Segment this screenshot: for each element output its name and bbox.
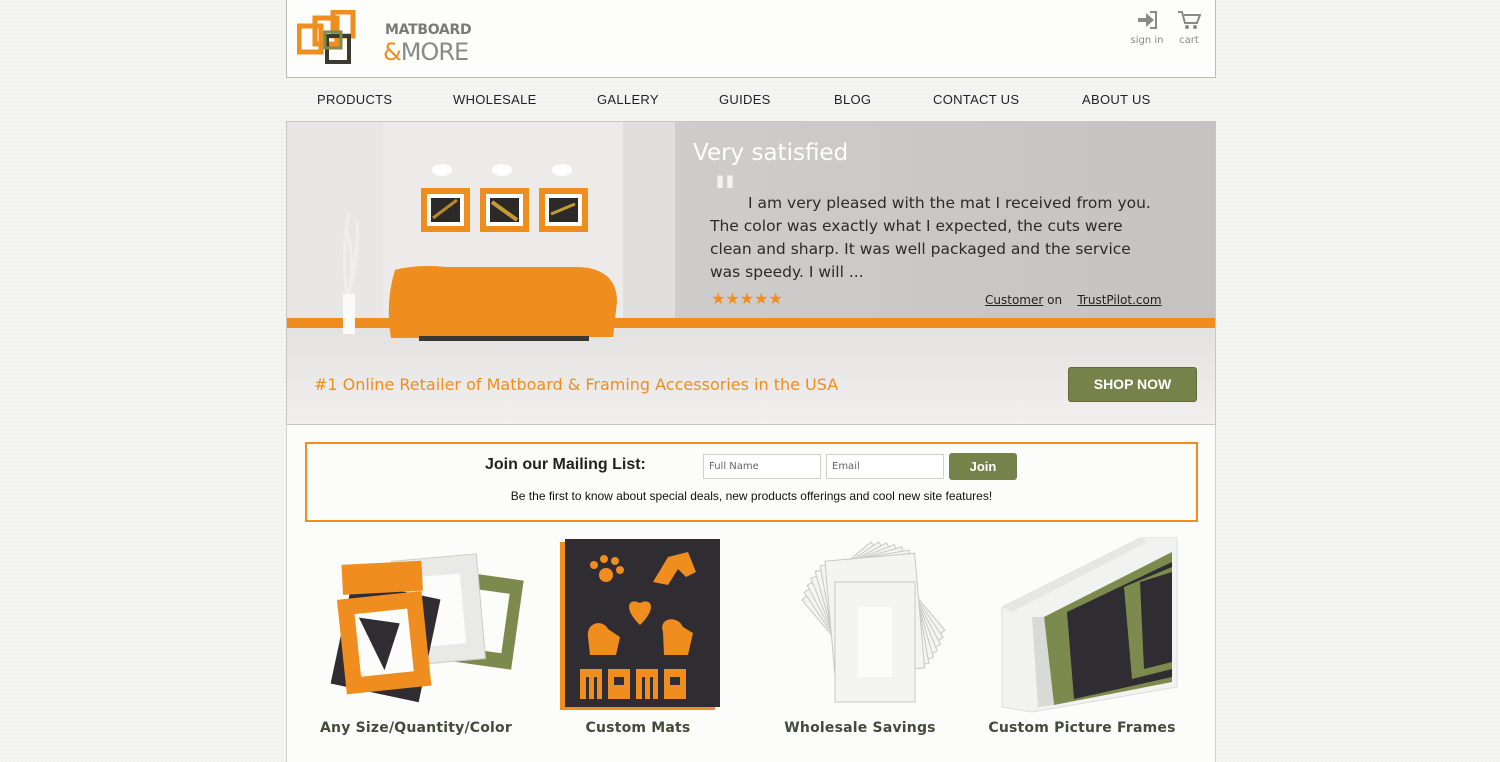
product-custom-mats-image — [560, 539, 720, 710]
review-source: Customer on TrustPilot.com — [985, 293, 1162, 307]
logo-text-matboard: MATBOARD — [385, 22, 472, 38]
product-wholesale-savings-image — [801, 541, 946, 703]
logo-more: MORE — [400, 38, 469, 66]
product-wholesale-savings[interactable]: Wholesale Savings — [750, 537, 970, 757]
product-custom-mats[interactable]: Custom Mats — [528, 537, 748, 757]
rating-stars: ★★★★★ — [711, 289, 783, 308]
reviewer-link[interactable]: Customer — [985, 293, 1043, 307]
mailing-list-title: Join our Mailing List: — [485, 456, 646, 473]
full-name-input[interactable] — [703, 454, 821, 479]
sign-in-button[interactable]: sign in — [1127, 10, 1167, 46]
cart-label: cart — [1179, 35, 1199, 46]
nav-about-us[interactable]: ABOUT US — [1082, 92, 1151, 107]
site-header: MATBOARD &MORE sign in cart — [286, 0, 1216, 78]
trustpilot-link[interactable]: TrustPilot.com — [1077, 293, 1161, 307]
join-button[interactable]: Join — [949, 453, 1017, 480]
sign-in-icon — [1138, 11, 1157, 29]
product-custom-mats-caption: Custom Mats — [585, 720, 691, 736]
sign-in-label: sign in — [1130, 35, 1164, 46]
cart-icon — [1178, 11, 1202, 29]
page: MATBOARD &MORE sign in cart PRODUCTS WHO… — [286, 0, 1216, 762]
shop-now-button[interactable]: SHOP NOW — [1068, 367, 1197, 402]
nav-wholesale[interactable]: WHOLESALE — [453, 92, 537, 107]
product-custom-picture-frames[interactable]: Custom Picture Frames — [972, 537, 1192, 757]
product-custom-picture-frames-caption: Custom Picture Frames — [988, 720, 1176, 736]
hero-banner: Very satisfied " I am very pleased with … — [286, 121, 1216, 425]
nav-gallery[interactable]: GALLERY — [597, 92, 659, 107]
testimonial-text: I am very pleased with the mat I receive… — [710, 194, 1151, 281]
testimonial-title: Very satisfied — [693, 140, 849, 166]
product-wholesale-savings-caption: Wholesale Savings — [784, 720, 936, 736]
logo-frames-icon — [296, 9, 356, 64]
nav-contact-us[interactable]: CONTACT US — [933, 92, 1019, 107]
email-input[interactable] — [826, 454, 944, 479]
hero-tagline: #1 Online Retailer of Matboard & Framing… — [314, 375, 839, 394]
nav-blog[interactable]: BLOG — [834, 92, 871, 107]
logo-ampersand: & — [383, 38, 402, 66]
nav-products[interactable]: PRODUCTS — [317, 92, 392, 107]
product-any-size[interactable]: Any Size/Quantity/Color — [306, 537, 526, 757]
logo[interactable]: MATBOARD &MORE — [296, 9, 487, 70]
product-any-size-image — [330, 553, 524, 703]
mailing-list-box: Join our Mailing List: Join Be the first… — [305, 442, 1198, 522]
cart-button[interactable]: cart — [1169, 10, 1209, 46]
mailing-list-subtitle: Be the first to know about special deals… — [510, 489, 993, 503]
main-content: Join our Mailing List: Join Be the first… — [286, 425, 1216, 762]
review-on-text: on — [1047, 293, 1063, 307]
product-custom-picture-frames-image — [1001, 537, 1178, 713]
logo-text-more: &MORE — [383, 38, 469, 66]
main-nav: PRODUCTS WHOLESALE GALLERY GUIDES BLOG C… — [286, 86, 1216, 114]
nav-guides[interactable]: GUIDES — [719, 92, 771, 107]
product-any-size-caption: Any Size/Quantity/Color — [320, 720, 512, 736]
